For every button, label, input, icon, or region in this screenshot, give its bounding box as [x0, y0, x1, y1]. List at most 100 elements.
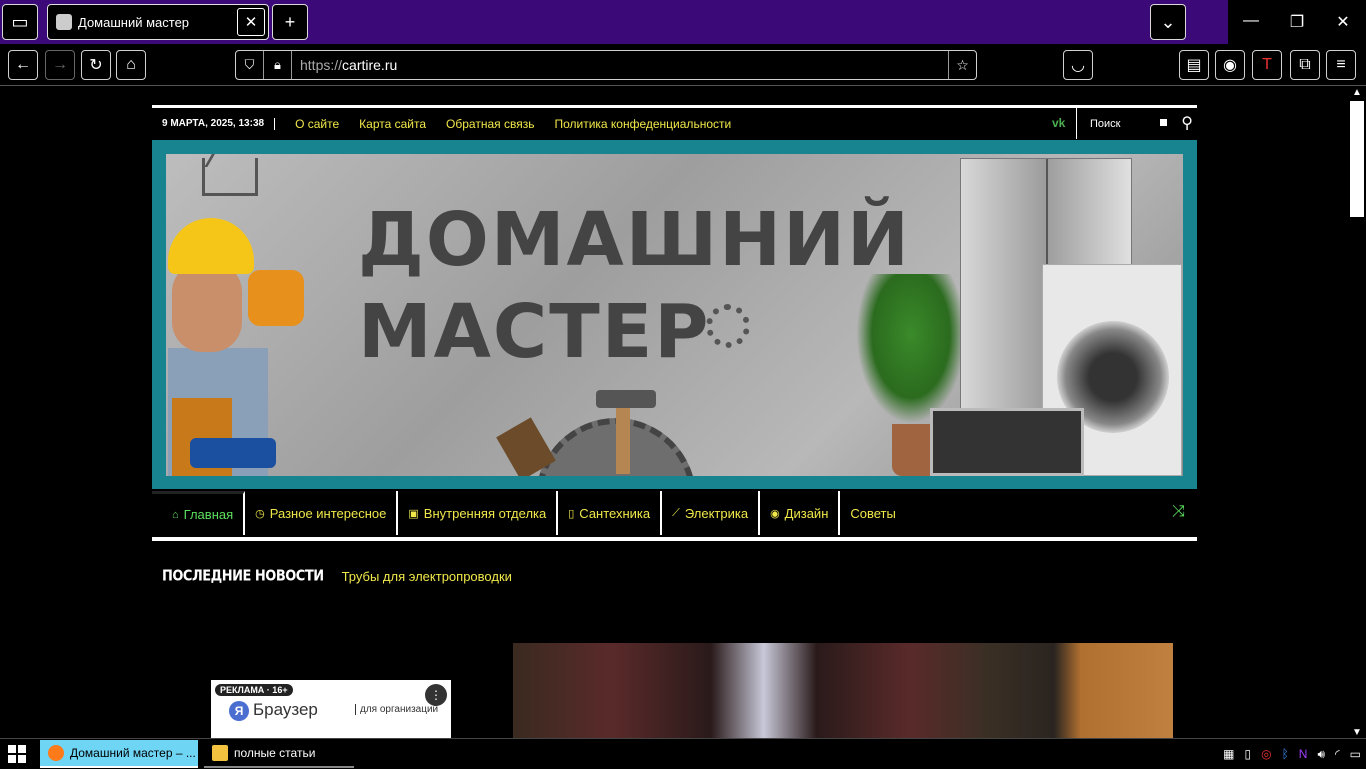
windows-start-icon[interactable]: [8, 745, 26, 763]
home-icon: ⌂: [172, 508, 179, 521]
eye-icon: ◉: [770, 507, 780, 520]
arrow-right-icon: →: [52, 56, 68, 73]
tab-close-button[interactable]: ✕: [237, 8, 265, 36]
yandex-browser-icon: Я: [229, 701, 249, 721]
menu-item-electrics[interactable]: ⟋ Электрика: [662, 491, 761, 535]
tab-active[interactable]: Домашний мастер ✕: [47, 4, 269, 40]
worker-illustration: [168, 218, 318, 476]
bluetooth-icon[interactable]: ᛒ: [1282, 747, 1289, 761]
tab-bar: ▭ Домашний мастер ✕ + ⌄ — ❐ ✕: [0, 0, 1366, 44]
briefcase-icon: ▣: [408, 507, 419, 520]
link-sitemap[interactable]: Карта сайта: [359, 117, 426, 131]
lock-icon[interactable]: 🔒︎: [264, 51, 292, 79]
scroll-down-icon[interactable]: ▼: [1352, 727, 1362, 738]
scrollbar[interactable]: ▲ ▼: [1348, 87, 1366, 738]
puzzle-icon: ⧉: [1299, 56, 1311, 73]
menu-item-interior[interactable]: ▣ Внутренняя отделка: [398, 491, 559, 535]
chart-icon: ⟋: [672, 506, 680, 519]
tabs-icon: ▭: [11, 11, 29, 32]
taskbar-item-firefox[interactable]: Домашний мастер – ...: [40, 740, 198, 768]
ad-logo: Я Браузер: [229, 700, 318, 721]
link-feedback[interactable]: Обратная связь: [446, 117, 534, 131]
usb-icon[interactable]: ▯: [1244, 747, 1251, 761]
search-icon[interactable]: ⚲: [1181, 113, 1193, 133]
menu-divider: [152, 537, 1197, 541]
house-logo-icon: [202, 158, 258, 196]
system-tray: ▦ ▯ ◎ ᛒ N 🔊︎ ◜ ▭: [1218, 739, 1366, 769]
tab-list-button[interactable]: ⌄: [1150, 4, 1186, 40]
account-icon: ◉: [1223, 57, 1237, 74]
extensions-button[interactable]: ⧉: [1290, 50, 1320, 80]
ad-badge: РЕКЛАМА · 16+: [215, 684, 293, 696]
menu-button[interactable]: ≡: [1326, 50, 1356, 80]
scrollbar-thumb[interactable]: [1350, 101, 1364, 217]
wifi-icon[interactable]: ◜: [1335, 747, 1340, 761]
extension-t-icon: T: [1262, 56, 1272, 73]
ad-org-text: для организаций: [355, 704, 438, 715]
extension-button[interactable]: T: [1252, 50, 1282, 80]
link-about[interactable]: О сайте: [295, 117, 339, 131]
file-icon: ▯: [568, 507, 575, 520]
shield-icon[interactable]: ⛉: [236, 51, 264, 79]
address-bar[interactable]: ⛉ 🔒︎ https://cartire.ru ☆: [235, 50, 977, 80]
menu-item-tips[interactable]: Советы: [840, 491, 905, 535]
sidebar-button[interactable]: ▤: [1179, 50, 1209, 80]
reload-button[interactable]: ↻: [81, 50, 111, 80]
bookmark-star-icon[interactable]: ☆: [948, 51, 976, 79]
pocket-button[interactable]: ◡: [1063, 50, 1093, 80]
home-icon: ⌂: [126, 56, 136, 73]
latest-news-ticker: ПОСЛЕДНИЕ НОВОСТИ Трубы для электропрово…: [162, 567, 512, 586]
ad-banner[interactable]: РЕКЛАМА · 16+ Я Браузер для организаций ⋮: [211, 680, 451, 738]
search-square-icon: [1160, 119, 1167, 126]
new-tab-button[interactable]: +: [272, 4, 308, 40]
news-label: ПОСЛЕДНИЕ НОВОСТИ: [162, 567, 324, 586]
nav-bar: ← → ↻ ⌂ ⛉ 🔒︎ https://cartire.ru ☆ ◡ ▤ ◉ …: [0, 44, 1366, 86]
article-image[interactable]: [513, 643, 1173, 738]
site-banner[interactable]: ДОМАШНИЙ МАСТЕР: [152, 140, 1197, 489]
site-favicon-icon: [56, 14, 72, 30]
link-privacy[interactable]: Политика конфеденциальности: [554, 117, 731, 131]
volume-icon[interactable]: 🔊︎: [1317, 747, 1325, 762]
pocket-icon: ◡: [1071, 57, 1085, 74]
search-box[interactable]: Поиск ⚲: [1076, 108, 1197, 139]
minimize-icon[interactable]: —: [1228, 12, 1274, 30]
site-top-bar: 9 МАРТА, 2025, 13:38 О сайте Карта сайта…: [152, 108, 1197, 139]
tools-illustration: [496, 390, 756, 476]
sidebar-icon: ▤: [1186, 57, 1202, 74]
menu-item-home[interactable]: ⌂ Главная: [152, 491, 246, 535]
close-window-icon[interactable]: ✕: [1320, 12, 1366, 32]
notifications-icon[interactable]: ▭: [1350, 747, 1361, 761]
forward-button[interactable]: →: [45, 50, 75, 80]
scroll-up-icon[interactable]: ▲: [1352, 87, 1362, 98]
back-button[interactable]: ←: [8, 50, 38, 80]
chevron-down-icon: ⌄: [1160, 11, 1176, 32]
microwave-illustration: [930, 408, 1084, 476]
account-button[interactable]: ◉: [1215, 50, 1245, 80]
search-input[interactable]: Поиск: [1090, 118, 1120, 130]
reload-icon: ↻: [89, 57, 103, 74]
tab-overview-button[interactable]: ▭: [2, 4, 38, 40]
tab-title: Домашний мастер: [78, 14, 190, 30]
menu-item-plumbing[interactable]: ▯ Сантехника: [558, 491, 663, 535]
tray-app-icon[interactable]: ▦: [1223, 747, 1234, 761]
gear-wrench-icon: [706, 304, 750, 348]
main-menu: ⌂ Главная ◷ Разное интересное ▣ Внутренняя …: [152, 489, 1197, 537]
tray-n-icon[interactable]: N: [1299, 747, 1308, 761]
taskbar-item-folder[interactable]: полные статьи: [204, 740, 354, 768]
clock-icon: ◷: [255, 507, 265, 520]
opera-icon[interactable]: ◎: [1261, 747, 1271, 761]
page-content: 9 МАРТА, 2025, 13:38 О сайте Карта сайта…: [0, 87, 1348, 738]
menu-item-design[interactable]: ◉ Дизайн: [760, 491, 841, 535]
url-text[interactable]: https://cartire.ru: [292, 57, 397, 73]
home-button[interactable]: ⌂: [116, 50, 146, 80]
shuffle-icon[interactable]: ⤨: [1172, 503, 1185, 521]
arrow-left-icon: ←: [15, 56, 31, 73]
restore-icon[interactable]: ❐: [1274, 12, 1320, 32]
news-item-link[interactable]: Трубы для электропроводки: [342, 569, 512, 584]
banner-title: ДОМАШНИЙ МАСТЕР: [358, 197, 911, 375]
plant-illustration: [856, 274, 966, 424]
current-date: 9 МАРТА, 2025, 13:38: [152, 117, 276, 130]
more-options-icon[interactable]: ⋮: [425, 684, 447, 706]
menu-item-misc[interactable]: ◷ Разное интересное: [245, 491, 399, 535]
vk-icon[interactable]: vk: [1052, 116, 1065, 130]
